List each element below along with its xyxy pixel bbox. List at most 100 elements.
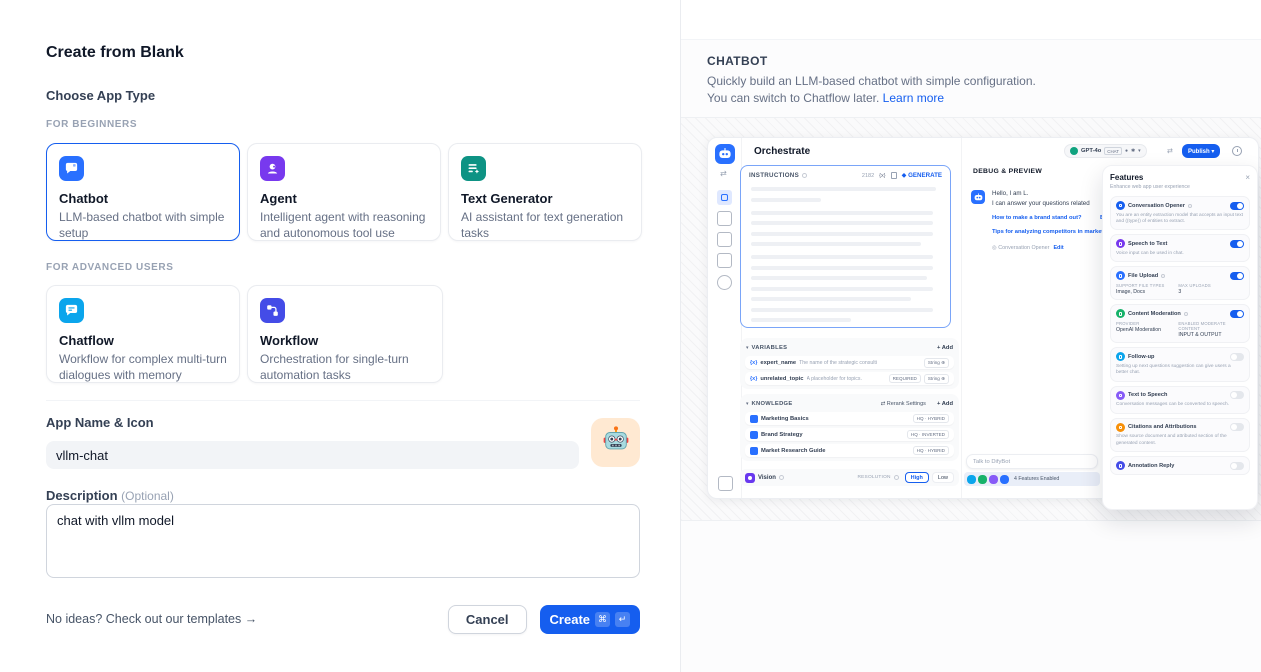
description-label: Description (Optional) bbox=[46, 488, 174, 503]
type-card-title: Agent bbox=[260, 191, 428, 206]
shot-knowledge-add: + Add bbox=[937, 401, 953, 407]
vision-eye-icon bbox=[745, 473, 755, 483]
shot-vision-row: Vision RESOLUTION High Low bbox=[740, 469, 959, 486]
preview-heading: CHATBOT bbox=[707, 54, 768, 68]
type-card-title: Workflow bbox=[260, 333, 430, 348]
toggle-off bbox=[1230, 353, 1244, 361]
info-icon bbox=[1184, 312, 1188, 316]
agent-icon bbox=[260, 156, 285, 181]
page-title: Create from Blank bbox=[46, 44, 184, 62]
workflow-icon bbox=[260, 298, 285, 323]
for-beginners-label: FOR BEGINNERS bbox=[46, 119, 137, 130]
shot-knowledge-row: Marketing Basics HQ · HYBRID bbox=[745, 412, 954, 425]
shot-knowledge-row: Market Research Guide HQ · HYBRID bbox=[745, 444, 954, 457]
feature-card-file-upload: File Upload SUPPORT FILE TYPESImage, Doc… bbox=[1110, 266, 1250, 300]
shot-knowledge-panel: ▾ KNOWLEDGE ⇄ Rerank Settings + Add Mark… bbox=[740, 394, 959, 461]
close-icon: × bbox=[1245, 173, 1250, 182]
enabled-feature-icon bbox=[978, 475, 987, 484]
type-card-desc: Workflow for complex multi-turn dialogue… bbox=[59, 352, 227, 383]
shot-nav-image-icon bbox=[717, 211, 732, 226]
shot-sidebar: ⇄ bbox=[708, 138, 742, 498]
preview-hatch-background: ⇄ Orchestrate GPT-4o CHAT ● ✱ bbox=[681, 117, 1261, 521]
shot-history-icon bbox=[1232, 146, 1242, 156]
feature-card-citations: Citations and Attributions Show source d… bbox=[1110, 418, 1250, 452]
type-card-title: Chatbot bbox=[59, 191, 227, 206]
create-from-blank-panel: Create from Blank Choose App Type FOR BE… bbox=[0, 0, 681, 672]
advanced-type-cards: Chatflow Workflow for complex multi-turn… bbox=[46, 285, 443, 383]
chatflow-icon bbox=[59, 298, 84, 323]
shot-gear-icon: ✱ bbox=[1131, 148, 1135, 154]
shot-edit-link: Edit bbox=[1053, 245, 1063, 251]
annotation-reply-icon bbox=[1116, 461, 1125, 470]
shot-gpt-icon bbox=[1070, 147, 1078, 155]
dataset-icon bbox=[750, 431, 758, 439]
toggle-on bbox=[1230, 240, 1244, 248]
chatbot-icon bbox=[59, 156, 84, 181]
shot-resolution-high: High bbox=[905, 472, 929, 483]
create-button[interactable]: Create ⌘ ↵ bbox=[540, 605, 640, 634]
shot-nav-prompt-icon bbox=[717, 190, 732, 205]
description-textarea[interactable]: chat with vllm model bbox=[46, 504, 640, 578]
content-moderation-icon bbox=[1116, 309, 1125, 318]
enabled-feature-icon bbox=[989, 475, 998, 484]
shot-column-divider bbox=[961, 138, 962, 498]
feature-card-content-moderation: Content Moderation PROVIDEROpenAI Modera… bbox=[1110, 304, 1250, 343]
type-card-text-generator[interactable]: Text Generator AI assistant for text gen… bbox=[448, 143, 642, 241]
beginner-type-cards: Chatbot LLM-based chatbot with simple se… bbox=[46, 143, 642, 241]
cmd-key-icon: ⌘ bbox=[595, 612, 610, 627]
text-to-speech-icon bbox=[1116, 391, 1125, 400]
toggle-off bbox=[1230, 423, 1244, 431]
shot-rerank-settings: ⇄ Rerank Settings bbox=[881, 401, 926, 407]
shot-opener-row: ◎ Conversation OpenerEdit bbox=[992, 245, 1064, 251]
dataset-icon bbox=[750, 415, 758, 423]
shot-chat-input: Talk to DifyBot bbox=[966, 454, 1098, 469]
feature-card-follow-up: Follow-up Setting up next questions sugg… bbox=[1110, 347, 1250, 381]
shot-mic-icon: ● bbox=[1125, 148, 1128, 154]
learn-more-link[interactable]: Learn more bbox=[883, 91, 944, 105]
app-name-input[interactable] bbox=[46, 441, 579, 469]
shot-bottom-icon bbox=[718, 476, 733, 491]
preview-panel-topbar bbox=[681, 0, 1261, 40]
enabled-feature-icon bbox=[1000, 475, 1009, 484]
toggle-on bbox=[1230, 202, 1244, 210]
toggle-off bbox=[1230, 462, 1244, 470]
citations-icon bbox=[1116, 423, 1125, 432]
shot-instructions-skeleton bbox=[741, 183, 950, 322]
type-card-chatflow[interactable]: Chatflow Workflow for complex multi-turn… bbox=[46, 285, 240, 383]
shot-variables-add: + Add bbox=[937, 345, 953, 351]
app-name-label: App Name & Icon bbox=[46, 415, 154, 430]
shot-suggestion-1: How to make a brand stand out? bbox=[992, 215, 1082, 221]
shot-chevron-down-icon: ▾ bbox=[1138, 148, 1141, 154]
shot-greeting-line1: Hello, I am L. bbox=[992, 190, 1028, 197]
shot-features-panel: Features × Enhance web app user experien… bbox=[1102, 165, 1258, 510]
type-card-desc: LLM-based chatbot with simple setup bbox=[59, 210, 227, 241]
type-card-chatbot[interactable]: Chatbot LLM-based chatbot with simple se… bbox=[46, 143, 240, 241]
toggle-on bbox=[1230, 310, 1244, 318]
file-upload-icon bbox=[1116, 271, 1125, 280]
info-icon bbox=[779, 475, 784, 480]
type-card-agent[interactable]: Agent Intelligent agent with reasoning a… bbox=[247, 143, 441, 241]
type-card-workflow[interactable]: Workflow Orchestration for single-turn a… bbox=[247, 285, 443, 383]
shot-bot-avatar-icon bbox=[971, 190, 985, 204]
shot-app-avatar-icon bbox=[715, 144, 735, 164]
shot-nav-docs-icon bbox=[717, 232, 732, 247]
type-card-title: Text Generator bbox=[461, 191, 629, 206]
shot-instructions-header: INSTRUCTIONS 2182 {x} ◆ GENERATE bbox=[741, 166, 950, 183]
conversation-opener-icon bbox=[1116, 201, 1125, 210]
templates-link[interactable]: No ideas? Check out our templates → bbox=[46, 612, 257, 626]
robot-emoji-icon bbox=[601, 425, 631, 460]
modal-footer: No ideas? Check out our templates → Canc… bbox=[46, 605, 640, 633]
type-card-title: Chatflow bbox=[59, 333, 227, 348]
type-card-desc: Orchestration for single-turn automation… bbox=[260, 352, 430, 383]
info-icon bbox=[1161, 274, 1165, 278]
cancel-button[interactable]: Cancel bbox=[448, 605, 527, 634]
type-card-desc: AI assistant for text generation tasks bbox=[461, 210, 629, 241]
text-generator-icon bbox=[461, 156, 486, 181]
shot-variables-panel: ▾ VARIABLES + Add {x} expert_name The na… bbox=[740, 338, 959, 389]
enter-key-icon: ↵ bbox=[615, 612, 630, 627]
feature-card-conversation-opener: Conversation Opener You are an entity ex… bbox=[1110, 196, 1250, 230]
info-icon bbox=[894, 475, 899, 480]
shot-variable-icon: {x} bbox=[879, 173, 885, 179]
chatbot-preview-screenshot: ⇄ Orchestrate GPT-4o CHAT ● ✱ bbox=[707, 137, 1259, 499]
app-icon-picker[interactable] bbox=[591, 418, 640, 467]
